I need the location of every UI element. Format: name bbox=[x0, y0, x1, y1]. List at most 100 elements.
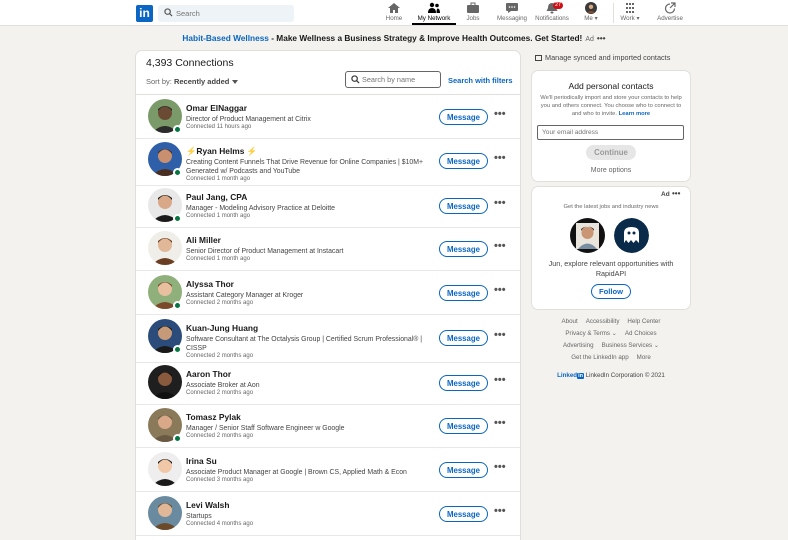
more-actions-icon[interactable]: ••• bbox=[494, 505, 506, 517]
message-button[interactable]: Message bbox=[439, 285, 488, 301]
linkedin-logo[interactable]: in bbox=[136, 5, 153, 22]
more-actions-icon[interactable]: ••• bbox=[494, 417, 506, 429]
footer-get-app[interactable]: Get the LinkedIn app bbox=[571, 354, 628, 361]
footer-ad-choices[interactable]: Ad Choices bbox=[625, 330, 657, 337]
message-button[interactable]: Message bbox=[439, 109, 488, 125]
nav-work[interactable]: Work ▾ bbox=[608, 2, 652, 25]
connection-date: Connected 1 month ago bbox=[186, 256, 251, 262]
grid-icon bbox=[626, 3, 634, 13]
nav-jobs[interactable]: Jobs bbox=[451, 2, 495, 25]
more-actions-icon[interactable]: ••• bbox=[494, 152, 506, 164]
footer-more[interactable]: More bbox=[637, 354, 651, 361]
name-search-input[interactable] bbox=[362, 73, 438, 86]
global-search-input[interactable] bbox=[176, 5, 286, 22]
connection-name[interactable]: ⚡Ryan Helms ⚡ bbox=[186, 146, 257, 157]
connection-headline: Manager / Senior Staff Software Engineer… bbox=[186, 425, 345, 432]
search-with-filters-link[interactable]: Search with filters bbox=[448, 76, 513, 85]
advertise-icon bbox=[664, 2, 676, 14]
footer-advertising[interactable]: Advertising bbox=[563, 342, 594, 349]
connection-name[interactable]: Ali Miller bbox=[186, 235, 221, 245]
connection-headline: Associate Product Manager at Google | Br… bbox=[186, 469, 407, 476]
add-contacts-title: Add personal contacts bbox=[568, 81, 654, 91]
promo-banner[interactable]: Habit-Based Wellness - Make Wellness a B… bbox=[0, 33, 788, 43]
connection-headline: Creating Content Funnels That Drive Reve… bbox=[186, 159, 424, 175]
promo-body[interactable]: - Make Wellness a Business Strategy & Im… bbox=[269, 33, 582, 43]
message-button[interactable]: Message bbox=[439, 330, 488, 346]
connection-name[interactable]: Levi Walsh bbox=[186, 500, 229, 510]
connection-date: Connected 1 month ago bbox=[186, 213, 251, 219]
notification-badge: 27 bbox=[553, 2, 564, 9]
nav-advertise[interactable]: Advertise bbox=[648, 2, 692, 25]
more-actions-icon[interactable]: ••• bbox=[494, 374, 506, 386]
caret-down-icon[interactable] bbox=[232, 80, 239, 85]
online-status-icon bbox=[173, 214, 182, 223]
online-status-icon bbox=[173, 168, 182, 177]
promo-more-icon[interactable]: ••• bbox=[597, 33, 606, 43]
connection-headline: Assistant Category Manager at Kroger bbox=[186, 292, 304, 299]
sort-prefix: Sort by: bbox=[146, 77, 172, 86]
connection-name[interactable]: Paul Jang, CPA bbox=[186, 192, 247, 202]
footer-accessibility[interactable]: Accessibility bbox=[586, 318, 620, 325]
message-button[interactable]: Message bbox=[439, 462, 488, 478]
connection-name[interactable]: Kuan-Jung Huang bbox=[186, 323, 258, 333]
ad-tagline: Get the latest jobs and industry news bbox=[563, 204, 659, 210]
message-button[interactable]: Message bbox=[439, 198, 488, 214]
connection-name[interactable]: Tomasz Pylak bbox=[186, 412, 241, 422]
connection-date: Connected 2 months ago bbox=[186, 433, 254, 439]
nav-work-label: Work ▾ bbox=[620, 15, 640, 22]
avatar[interactable] bbox=[148, 365, 182, 399]
message-button[interactable]: Message bbox=[439, 418, 488, 434]
more-actions-icon[interactable]: ••• bbox=[494, 461, 506, 473]
learn-more-link[interactable]: Learn more bbox=[619, 111, 651, 117]
connection-row: Alyssa Thor Assistant Category Manager at… bbox=[136, 271, 520, 315]
connection-row: Paul Jang, CPA Manager - Modeling Advisor… bbox=[136, 184, 520, 228]
message-button[interactable]: Message bbox=[439, 241, 488, 257]
avatar[interactable] bbox=[148, 496, 182, 530]
connection-name[interactable]: Omar ElNaggar bbox=[186, 103, 247, 113]
connection-name[interactable]: Aaron Thor bbox=[186, 369, 231, 379]
sort-control[interactable]: Sort by: Recently added bbox=[146, 77, 239, 86]
nav-my-network[interactable]: My Network bbox=[412, 2, 456, 25]
message-button[interactable]: Message bbox=[439, 153, 488, 169]
global-search[interactable] bbox=[158, 5, 294, 22]
more-actions-icon[interactable]: ••• bbox=[494, 197, 506, 209]
connection-name[interactable]: Irina Su bbox=[186, 456, 217, 466]
connection-date: Connected 2 months ago bbox=[186, 353, 254, 359]
more-options-link[interactable]: More options bbox=[532, 167, 690, 174]
more-actions-icon[interactable]: ••• bbox=[494, 108, 506, 120]
avatar[interactable] bbox=[148, 231, 182, 265]
connection-date: Connected 1 month ago bbox=[186, 176, 251, 182]
connection-row: Tomasz Pylak Manager / Senior Staff Softw… bbox=[136, 404, 520, 448]
name-search[interactable] bbox=[345, 71, 441, 88]
more-actions-icon[interactable]: ••• bbox=[494, 329, 506, 341]
footer-links: About Accessibility Help Center Privacy & … bbox=[532, 318, 690, 366]
ad-more-icon[interactable]: ••• bbox=[672, 189, 680, 198]
avatar[interactable] bbox=[148, 452, 182, 486]
nav-me[interactable]: Me ▾ bbox=[569, 2, 613, 25]
sort-dropdown[interactable]: Recently added bbox=[174, 77, 229, 86]
nav-messaging[interactable]: Messaging bbox=[490, 2, 534, 25]
connection-headline: Director of Product Management at Citrix bbox=[186, 116, 311, 123]
follow-button[interactable]: Follow bbox=[591, 284, 631, 299]
book-icon bbox=[535, 55, 542, 61]
connection-date: Connected 3 months ago bbox=[186, 477, 254, 483]
footer-help-center[interactable]: Help Center bbox=[627, 318, 660, 325]
continue-button[interactable]: Continue bbox=[586, 145, 636, 160]
promo-title[interactable]: Habit-Based Wellness bbox=[182, 33, 269, 43]
more-actions-icon[interactable]: ••• bbox=[494, 284, 506, 296]
footer-privacy-terms[interactable]: Privacy & Terms ⌄ bbox=[565, 330, 616, 337]
nav-notifications[interactable]: Notifications bbox=[530, 2, 574, 25]
online-status-icon bbox=[173, 125, 182, 134]
more-actions-icon[interactable]: ••• bbox=[494, 240, 506, 252]
connection-name[interactable]: Alyssa Thor bbox=[186, 279, 234, 289]
nav-me-label: Me ▾ bbox=[584, 15, 598, 22]
nav-home[interactable]: Home bbox=[372, 2, 416, 25]
footer-about[interactable]: About bbox=[562, 318, 578, 325]
message-button[interactable]: Message bbox=[439, 506, 488, 522]
email-field[interactable] bbox=[537, 125, 684, 140]
ad-card: Ad ••• Get the latest jobs and industry … bbox=[532, 187, 690, 309]
message-button[interactable]: Message bbox=[439, 375, 488, 391]
footer-business-services[interactable]: Business Services ⌄ bbox=[602, 342, 659, 349]
connection-row: Kuan-Jung Huang Software Consultant at Th… bbox=[136, 315, 520, 363]
manage-contacts-link[interactable]: Manage synced and imported contacts bbox=[535, 53, 670, 62]
